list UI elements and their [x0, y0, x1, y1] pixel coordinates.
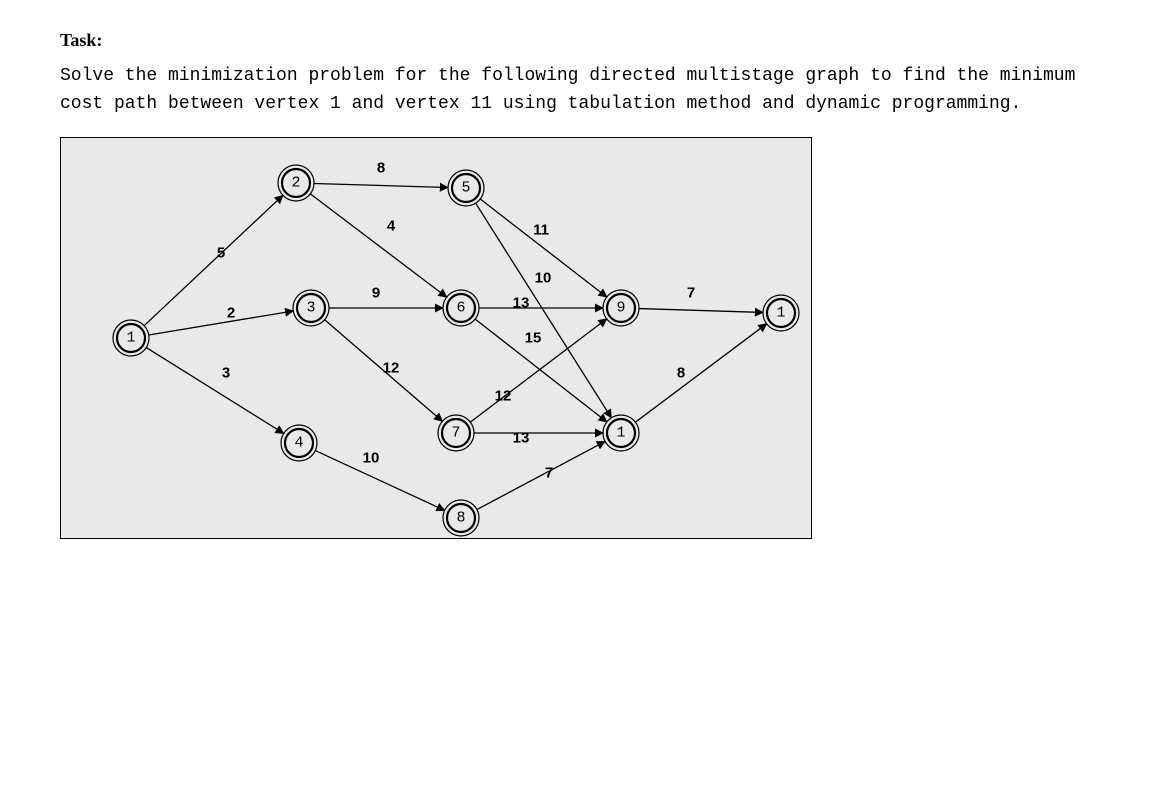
edge-weight-5-10: 10: [535, 269, 552, 286]
edge-weight-4-8: 10: [363, 449, 380, 466]
edge-weight-6-10: 15: [525, 329, 542, 346]
edge-weight-6-9: 13: [513, 294, 530, 311]
edge-weight-5-9: 11: [533, 221, 549, 238]
node-label-2: 2: [291, 174, 300, 191]
node-3: 3: [293, 290, 329, 326]
edge-weight-7-10: 13: [513, 429, 530, 446]
edge-1-3: [149, 311, 293, 335]
node-11: 1: [763, 295, 799, 331]
node-label-11: 1: [776, 304, 785, 321]
node-label-5: 5: [461, 179, 470, 196]
edge-weight-1-2: 5: [217, 244, 225, 261]
node-5: 5: [448, 170, 484, 206]
edge-4-8: [315, 450, 444, 510]
edge-weight-3-7: 12: [383, 359, 400, 376]
node-label-7: 7: [451, 424, 460, 441]
graph-svg: 5238491210111013151213778 12345678911: [61, 138, 811, 538]
edge-2-5: [314, 183, 448, 187]
node-label-6: 6: [456, 299, 465, 316]
edge-9-11: [639, 308, 763, 312]
node-label-4: 4: [294, 434, 303, 451]
node-label-9: 9: [616, 299, 625, 316]
edge-2-6: [310, 194, 446, 297]
edge-weight-2-6: 4: [387, 217, 396, 234]
node-9: 9: [603, 290, 639, 326]
node-10: 1: [603, 415, 639, 451]
edge-weight-10-11: 8: [677, 364, 685, 381]
node-8: 8: [443, 500, 479, 536]
graph-container: 5238491210111013151213778 12345678911: [60, 137, 812, 539]
node-1: 1: [113, 320, 149, 356]
edge-weight-1-3: 2: [227, 304, 235, 321]
node-label-10: 1: [616, 424, 625, 441]
node-2: 2: [278, 165, 314, 201]
node-6: 6: [443, 290, 479, 326]
node-label-3: 3: [306, 299, 315, 316]
edge-weight-9-11: 7: [687, 284, 695, 301]
node-label-8: 8: [456, 509, 465, 526]
node-label-1: 1: [126, 329, 135, 346]
task-description: Solve the minimization problem for the f…: [60, 63, 1080, 119]
edge-weight-7-9: 12: [495, 387, 512, 404]
edge-weight-1-4: 3: [222, 364, 230, 381]
node-4: 4: [281, 425, 317, 461]
edge-8-10: [477, 441, 605, 509]
edge-1-4: [146, 347, 283, 433]
node-7: 7: [438, 415, 474, 451]
edge-1-2: [144, 195, 283, 325]
edge-10-11: [635, 324, 766, 422]
edge-weight-8-10: 7: [545, 464, 553, 481]
edge-weight-2-5: 8: [377, 159, 385, 176]
task-heading: Task:: [60, 30, 1100, 51]
edge-weight-3-6: 9: [372, 284, 380, 301]
